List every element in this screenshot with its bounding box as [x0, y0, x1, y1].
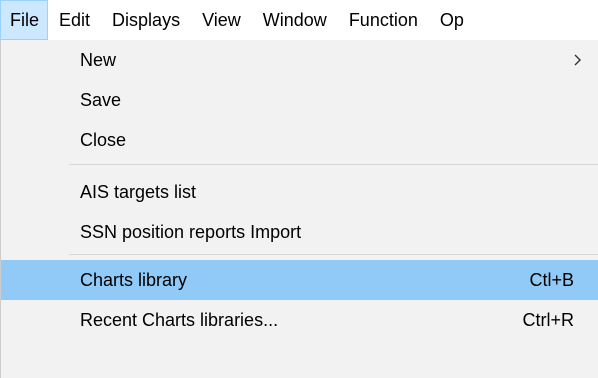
menu-edit-label: Edit	[59, 9, 91, 30]
menu-item-recent-charts-label: Recent Charts libraries...	[80, 310, 279, 330]
menu-displays[interactable]: Displays	[101, 0, 191, 40]
menu-function-label: Function	[348, 9, 418, 30]
menu-item-close-label: Close	[80, 130, 127, 150]
menu-item-new[interactable]: New	[1, 40, 598, 80]
menu-item-ais-targets-list[interactable]: AIS targets list	[1, 172, 598, 212]
menu-displays-label: Displays	[112, 9, 181, 30]
menu-view[interactable]: View	[191, 0, 252, 40]
menu-bar: File Edit Displays View Window Function …	[0, 0, 598, 40]
app-window: File Edit Displays View Window Function …	[0, 0, 598, 378]
menu-item-ssn-import[interactable]: SSN position reports Import	[1, 212, 598, 252]
menu-item-recent-charts-shortcut: Ctrl+R	[522, 310, 574, 330]
menu-item-recent-charts-libraries[interactable]: Recent Charts libraries... Ctrl+R	[1, 300, 598, 340]
menu-window[interactable]: Window	[252, 0, 338, 40]
menu-item-save[interactable]: Save	[1, 80, 598, 120]
chevron-right-icon	[574, 54, 581, 66]
menu-item-ais-targets-label: AIS targets list	[80, 182, 197, 202]
file-dropdown-menu: New Save Close AIS targets list SSN posi…	[0, 40, 598, 378]
menu-op-label: Op	[439, 9, 464, 30]
menu-item-save-label: Save	[80, 90, 122, 110]
menu-window-label: Window	[262, 9, 327, 30]
menu-separator	[69, 254, 598, 255]
menu-function[interactable]: Function	[338, 0, 429, 40]
menu-item-new-label: New	[80, 50, 117, 70]
menu-item-charts-library[interactable]: Charts library Ctl+B	[1, 260, 598, 300]
menu-op-truncated[interactable]: Op	[429, 0, 475, 40]
menu-item-close[interactable]: Close	[1, 120, 598, 160]
menu-view-label: View	[202, 9, 241, 30]
menu-item-charts-library-label: Charts library	[80, 270, 188, 290]
menu-separator	[69, 164, 598, 165]
menu-edit[interactable]: Edit	[48, 0, 101, 40]
menu-file[interactable]: File	[0, 0, 49, 40]
menu-file-label: File	[10, 9, 40, 30]
menu-item-ssn-import-label: SSN position reports Import	[80, 222, 302, 242]
menu-item-charts-library-shortcut: Ctl+B	[529, 270, 574, 290]
